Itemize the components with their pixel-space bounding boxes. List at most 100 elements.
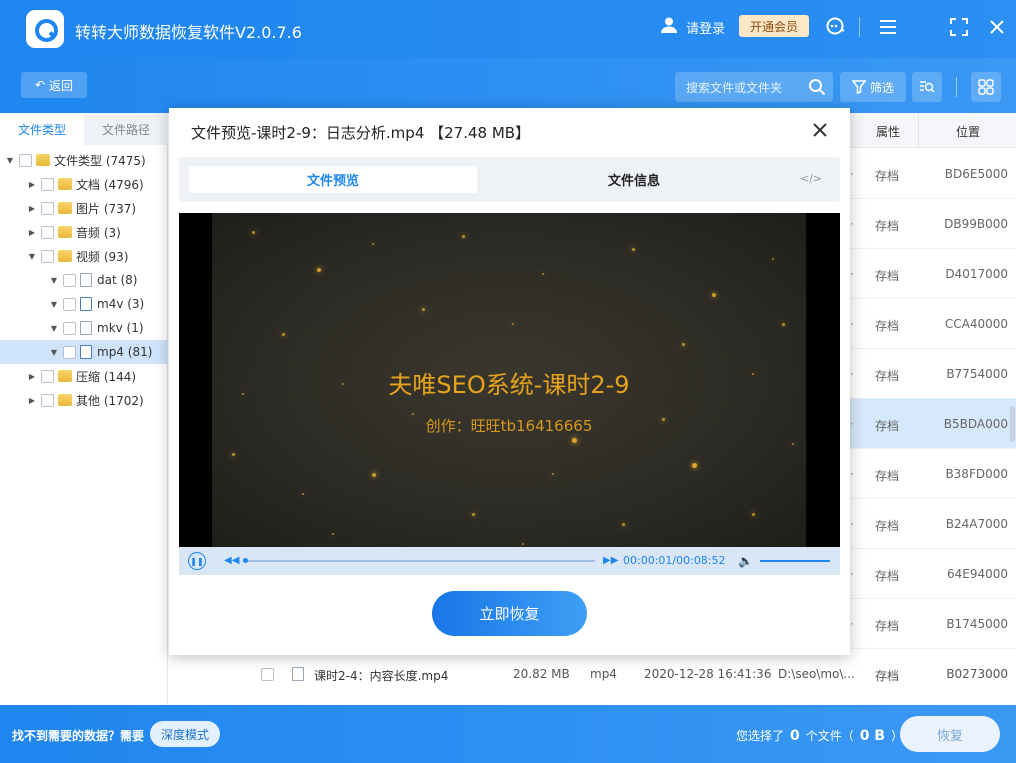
back-icon: ↶ [34,78,46,92]
progress-bar[interactable] [243,560,595,562]
back-button[interactable]: ↶ 返回 [21,72,87,98]
tree-item[interactable]: ▶ 音频 (3) [0,220,168,244]
vip-button[interactable]: 开通会员 [739,15,809,37]
expanded-arrow-icon[interactable]: ▼ [49,324,59,333]
collapsed-arrow-icon[interactable]: ▶ [27,228,37,237]
rewind-icon[interactable]: ◀◀ [224,555,239,566]
tree-checkbox[interactable] [41,177,54,191]
tree-checkbox[interactable] [63,273,76,287]
tree-item[interactable]: ▶ 压缩 (144) [0,364,168,388]
table-row[interactable]: · 存档 64E94000 [850,549,1016,599]
menu-icon[interactable] [877,16,899,38]
tree-item[interactable]: ▶ 文档 (4796) [0,172,168,196]
tree-checkbox[interactable] [41,201,54,215]
sparkle [552,473,554,475]
table-row[interactable]: 课时2-4：内容长度.mp4 20.82 MB mp4 2020-12-28 1… [258,650,1016,700]
pause-icon[interactable]: ❚❚ [188,552,206,570]
table-row[interactable]: · 存档 B5BDA000 [850,399,1016,449]
tab-file-path[interactable]: 文件路径 [84,113,168,145]
tree-item[interactable]: ▼ dat (8) [0,268,168,292]
tree-item[interactable]: ▼ 视频 (93) [0,244,168,268]
not-found-text: 找不到需要的数据？需要 [12,729,145,743]
header-pos[interactable]: 位置 [956,123,980,140]
recover-button[interactable]: 恢复 [900,716,1000,752]
video-frame: 夫唯SEO系统-课时2-9 创作：旺旺tb16416665 [212,213,806,547]
progress-handle[interactable] [242,558,248,563]
tree-checkbox[interactable] [41,393,54,407]
row-attr: 存档 [875,619,900,633]
tree-checkbox[interactable] [41,249,54,263]
video-file-icon [292,667,304,681]
expanded-arrow-icon[interactable]: ▼ [49,348,59,357]
table-row[interactable]: · 存档 CCA40000 [850,299,1016,349]
table-row[interactable]: · 存档 BD6E5000 [850,149,1016,199]
expanded-arrow-icon[interactable]: ▼ [27,252,37,261]
code-icon[interactable]: </> [800,172,822,185]
tree-item[interactable]: ▶ 图片 (737) [0,196,168,220]
user-icon[interactable] [660,16,678,34]
folder-icon [58,178,72,190]
table-row[interactable]: · 存档 DB99B000 [850,199,1016,249]
expanded-arrow-icon[interactable]: ▼ [49,300,59,309]
truncation-dot: · [850,567,854,581]
recover-now-button[interactable]: 立即恢复 [432,591,587,636]
row-checkbox[interactable] [261,668,274,681]
grid-view-button[interactable] [971,72,1001,102]
sparkle [632,248,635,251]
sparkle [572,438,577,443]
expanded-arrow-icon[interactable]: ▼ [5,156,15,165]
video-player[interactable]: 夫唯SEO系统-课时2-9 创作：旺旺tb16416665 [179,213,840,547]
tree-checkbox[interactable] [63,321,76,335]
table-row[interactable]: · 存档 B7754000 [850,349,1016,399]
support-icon[interactable] [824,15,846,37]
file-name: 课时2-4：内容长度.mp4 [314,669,449,683]
sparkle [472,513,475,516]
tree-item[interactable]: ▼ m4v (3) [0,292,168,316]
sparkle [712,293,716,297]
tab-file-preview[interactable]: 文件预览 [189,166,477,193]
table-row[interactable]: · 存档 B24A7000 [850,499,1016,549]
volume-icon[interactable]: 🔈 [738,554,753,568]
collapsed-arrow-icon[interactable]: ▶ [27,180,37,189]
sparkle [252,231,255,234]
search-icon[interactable] [808,78,826,96]
tab-file-info[interactable]: 文件信息 [540,166,728,193]
row-attr: 存档 [875,269,900,283]
close-icon[interactable] [986,16,1008,38]
expanded-arrow-icon[interactable]: ▼ [49,276,59,285]
tree-checkbox[interactable] [41,369,54,383]
table-row[interactable]: · 存档 B1745000 [850,599,1016,649]
deep-mode-button[interactable]: 深度模式 [150,721,220,747]
tree-checkbox[interactable] [19,153,32,167]
row-pos: CCA40000 [944,317,1008,331]
login-link[interactable]: 请登录 [686,18,725,37]
dialog-close-icon[interactable] [808,118,832,142]
forward-icon[interactable]: ▶▶ [603,555,618,566]
tree-item[interactable]: ▼ mp4 (81) [0,340,168,364]
folder-icon [58,394,72,406]
maximize-icon[interactable] [948,16,970,38]
filter-button[interactable]: 筛选 [840,72,906,102]
table-row[interactable]: · 存档 B38FD000 [850,449,1016,499]
collapsed-arrow-icon[interactable]: ▶ [27,396,37,405]
tab-file-type[interactable]: 文件类型 [0,113,84,145]
tree-item[interactable]: ▶ 其他 (1702) [0,388,168,412]
collapsed-arrow-icon[interactable]: ▶ [27,372,37,381]
tree-checkbox[interactable] [41,225,54,239]
filter-icon [851,80,866,94]
truncation-dot: · [850,417,854,431]
collapsed-arrow-icon[interactable]: ▶ [27,204,37,213]
truncation-dot: · [850,217,854,231]
tree-item[interactable]: ▼ mkv (1) [0,316,168,340]
tree-item[interactable]: ▼ 文件类型 (7475) [0,148,168,172]
volume-slider[interactable] [760,560,830,562]
row-attr: 存档 [875,319,900,333]
table-row[interactable]: · 存档 D4017000 [850,249,1016,299]
header-attr[interactable]: 属性 [876,123,900,140]
list-scrollbar[interactable] [1010,406,1015,442]
preview-search-button[interactable] [912,72,942,102]
row-attr: 存档 [875,219,900,233]
tree-checkbox[interactable] [63,345,76,359]
video-title-text: 夫唯SEO系统-课时2-9 [388,371,630,399]
tree-checkbox[interactable] [63,297,76,311]
